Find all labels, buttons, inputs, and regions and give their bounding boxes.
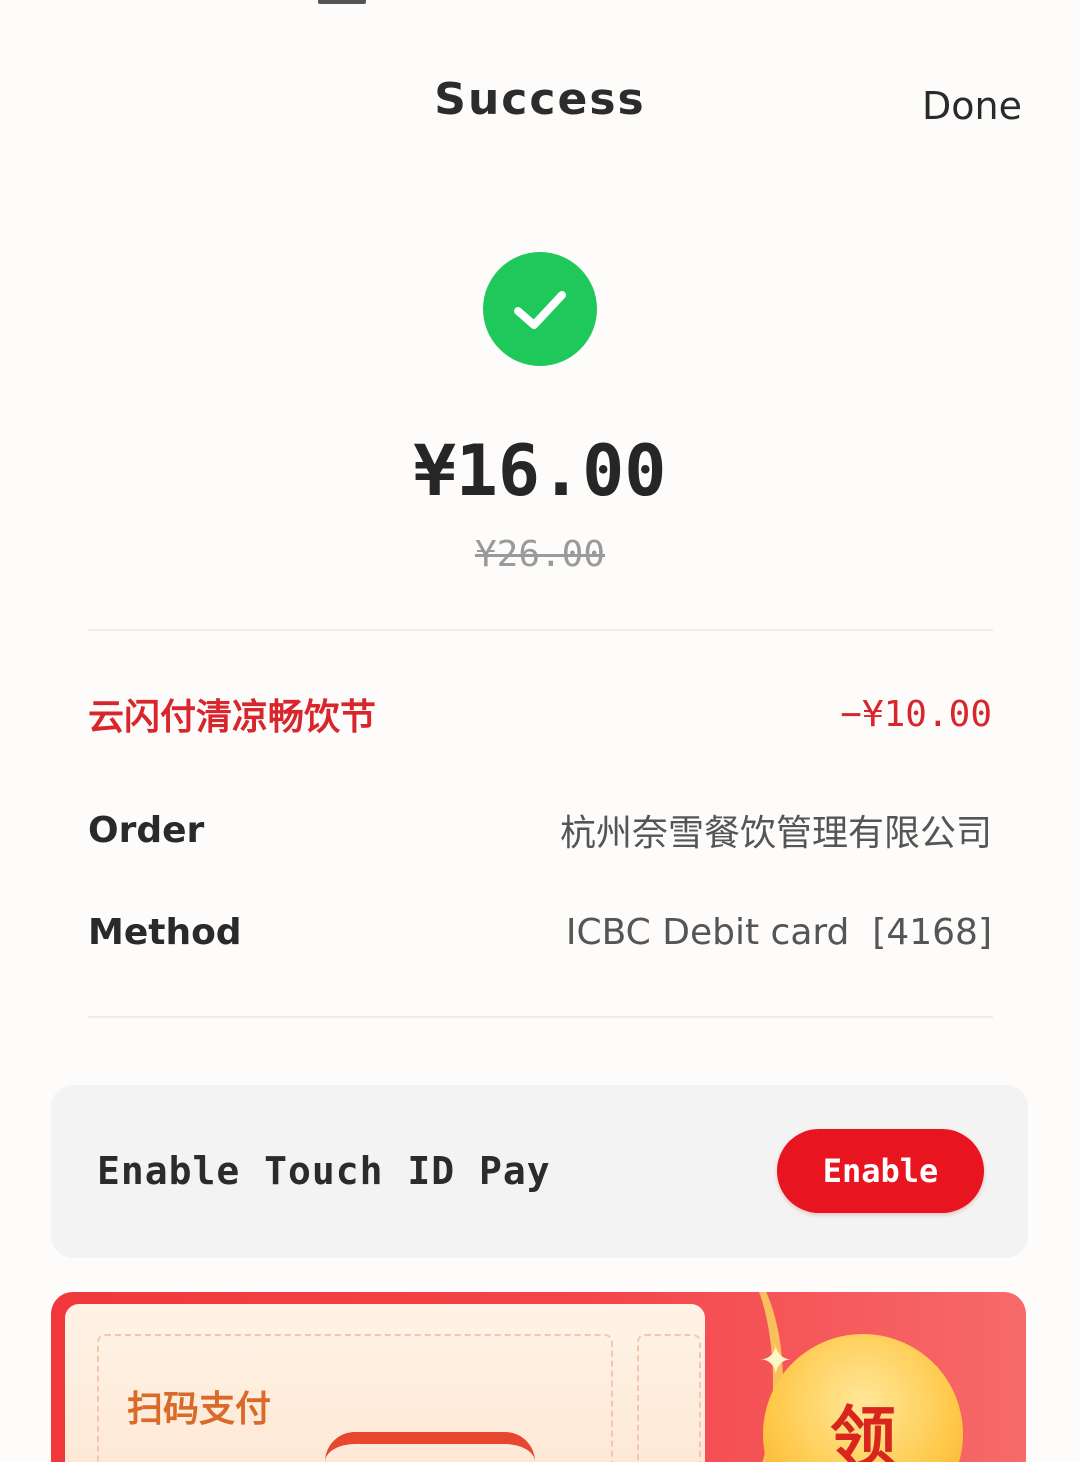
promo-banner[interactable]: 扫码支付 领 ✦: [51, 1292, 1026, 1462]
enable-touch-id-button[interactable]: Enable: [777, 1129, 984, 1213]
coupon-title: 扫码支付: [127, 1389, 272, 1430]
original-amount: ¥26.00: [474, 534, 606, 575]
claim-coin-button[interactable]: 领: [763, 1334, 963, 1462]
done-button[interactable]: Done: [922, 84, 1022, 128]
method-row: Method ICBC Debit card [4168]: [88, 912, 992, 953]
page-title: Success: [434, 74, 646, 125]
method-value: ICBC Debit card [4168]: [565, 912, 992, 953]
coupon-card: 扫码支付: [65, 1304, 705, 1462]
touch-id-card: Enable Touch ID Pay Enable: [51, 1085, 1028, 1258]
status-bar-fragment: [318, 0, 366, 4]
order-row: Order 杭州奈雪餐饮管理有限公司: [88, 804, 992, 856]
order-label: Order: [88, 809, 205, 851]
divider-top: [88, 629, 993, 631]
method-label: Method: [88, 912, 242, 953]
success-badge: [483, 252, 597, 366]
checkmark-icon: [514, 291, 566, 329]
touch-id-text: Enable Touch ID Pay: [97, 1149, 551, 1193]
coupon-amount-fragment: [325, 1432, 535, 1462]
promotion-discount: −¥10.00: [840, 693, 992, 735]
promotion-row: 云闪付清凉畅饮节 −¥10.00: [88, 688, 992, 740]
paid-amount: ¥16.00: [413, 430, 667, 512]
promotion-label: 云闪付清凉畅饮节: [88, 697, 377, 738]
sparkle-icon: ✦: [759, 1338, 793, 1384]
divider-bottom: [88, 1016, 993, 1018]
order-value: 杭州奈雪餐饮管理有限公司: [559, 813, 992, 854]
claim-label: 领: [830, 1399, 896, 1462]
